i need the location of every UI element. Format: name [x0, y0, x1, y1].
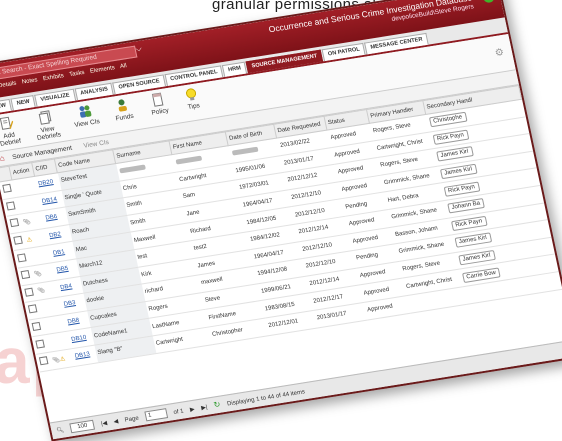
add-debrief-button[interactable]: Add Debrief: [0, 114, 27, 148]
row-checkbox[interactable]: [9, 218, 19, 228]
menu-notes[interactable]: Notes: [21, 77, 38, 85]
prev-page-icon[interactable]: ◀: [113, 419, 119, 426]
secondary-handler-button[interactable]: Rick Payn: [450, 215, 488, 232]
row-checkbox[interactable]: [27, 304, 38, 314]
page-label: Page: [124, 415, 140, 424]
warning-icon[interactable]: ⚠: [26, 237, 33, 244]
app-screenshot-frame: Quick Search - Exact Spelling Required ⌵…: [0, 0, 562, 441]
page-count: of 1: [173, 408, 185, 416]
next-page-icon[interactable]: ▶: [190, 407, 196, 414]
secondary-handler-button[interactable]: James Kirl: [457, 250, 496, 266]
secondary-handler-button[interactable]: Carrie Bow: [461, 267, 501, 283]
row-checkbox[interactable]: [12, 235, 23, 245]
tab-new[interactable]: NEW: [10, 95, 37, 111]
warning-icon[interactable]: ⚠: [59, 356, 66, 363]
view-cis-button[interactable]: View CIs: [68, 102, 102, 129]
document-pen-icon: [0, 116, 14, 130]
secondary-handler-button[interactable]: James Kirl: [439, 163, 478, 180]
page-size-select[interactable]: 100: [69, 420, 96, 434]
last-page-icon[interactable]: ▶|: [201, 405, 208, 412]
menu-elements[interactable]: Elements: [90, 65, 116, 75]
secondary-handler-button[interactable]: Christophe: [428, 112, 468, 128]
money-people-icon: [118, 99, 127, 112]
secondary-handler-button[interactable]: James Kirl: [454, 232, 492, 249]
breadcrumb-view-cis[interactable]: View CIs: [83, 139, 110, 150]
menu-exhibits[interactable]: Exhibits: [43, 73, 65, 82]
refresh-icon[interactable]: ↻: [213, 400, 221, 410]
funds-button[interactable]: Funds: [108, 96, 138, 123]
row-checkbox[interactable]: [1, 184, 12, 194]
home-icon[interactable]: ⌂: [0, 153, 5, 163]
lightbulb-icon: [185, 88, 197, 101]
secondary-handler-button[interactable]: Johann Ba: [446, 198, 486, 214]
paperclip-icon[interactable]: 📎︎: [23, 219, 32, 226]
row-checkbox[interactable]: [20, 270, 30, 280]
pagination-summary: Displaying 1 to 44 of 44 items: [226, 389, 306, 408]
row-checkbox[interactable]: [31, 322, 41, 332]
secondary-handler-button[interactable]: Rick Payn: [432, 129, 469, 145]
menu-tasks[interactable]: Tasks: [69, 70, 85, 78]
magnifier-icon[interactable]: 🔍︎: [56, 427, 65, 434]
row-checkbox[interactable]: [34, 339, 45, 349]
policy-button[interactable]: Policy: [143, 91, 173, 118]
redacted-value: [118, 164, 146, 174]
app-window: Quick Search - Exact Spelling Required ⌵…: [0, 0, 562, 441]
menu-all[interactable]: All: [120, 63, 128, 70]
policy-document-icon: [151, 92, 164, 107]
chevron-down-icon[interactable]: ⌵: [135, 44, 143, 55]
secondary-handler-button[interactable]: Rick Payn: [443, 181, 480, 197]
secondary-handler-button[interactable]: James Kirl: [435, 146, 474, 163]
tab-hrm[interactable]: HRM: [222, 61, 248, 77]
gear-icon[interactable]: ⚙: [494, 47, 505, 59]
row-checkbox[interactable]: [38, 356, 49, 366]
row-checkbox[interactable]: [5, 201, 16, 211]
paperclip-icon[interactable]: 📎︎: [33, 271, 42, 278]
view-debriefs-button[interactable]: View Debriefs: [29, 108, 65, 142]
paperclip-icon[interactable]: 📎︎: [37, 288, 46, 295]
plus-circle-icon[interactable]: +: [482, 0, 496, 4]
row-checkbox[interactable]: [23, 287, 34, 297]
first-page-icon[interactable]: |◀: [100, 421, 107, 428]
menu-case-details[interactable]: Case Details: [0, 81, 17, 92]
redacted-value: [174, 155, 202, 165]
tips-button[interactable]: Tips: [179, 86, 206, 112]
people-icon: [79, 105, 92, 118]
row-checkbox[interactable]: [16, 253, 27, 263]
page-number-input[interactable]: 1: [144, 408, 169, 422]
redacted-value: [231, 146, 258, 156]
documents-icon: [38, 110, 52, 125]
